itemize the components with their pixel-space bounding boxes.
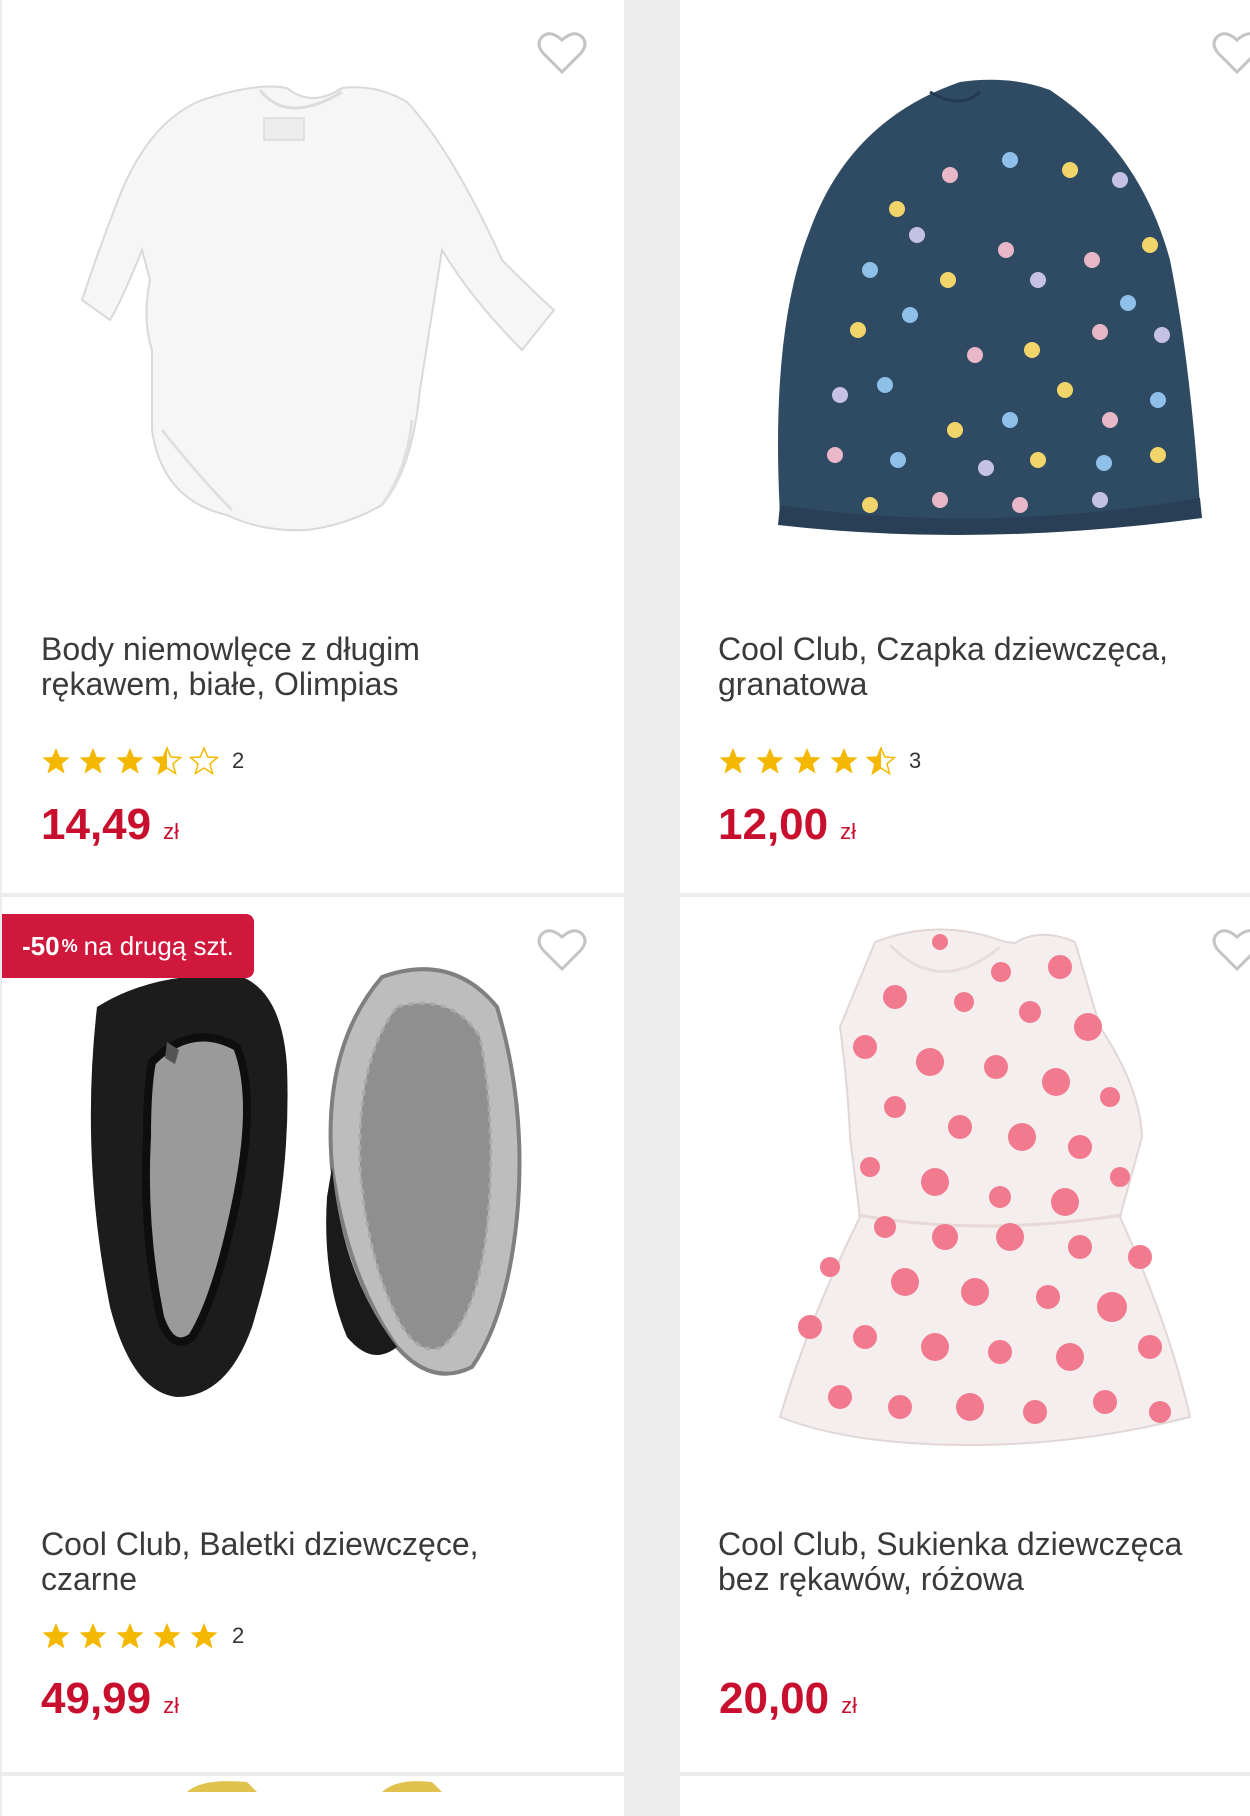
price-amount: 49,99 xyxy=(41,1674,152,1723)
product-card[interactable] xyxy=(680,1776,1250,1816)
navy-polka-dot-hat-image xyxy=(778,79,1202,535)
star-empty-icon xyxy=(189,746,219,776)
product-rating: 2 xyxy=(41,1621,244,1651)
star-full-icon xyxy=(793,748,821,774)
product-title[interactable]: Cool Club, Baletki dziewczęce, czarne xyxy=(41,1527,594,1597)
price-currency: zł xyxy=(841,1693,857,1718)
product-card[interactable] xyxy=(2,1776,624,1816)
star-full-icon xyxy=(42,748,70,774)
product-title[interactable]: Cool Club, Sukienka dziewczęca bez rękaw… xyxy=(718,1527,1220,1597)
star-full-icon xyxy=(153,1623,181,1649)
price-amount: 12,00 xyxy=(718,800,829,849)
product-price: 14,49 zł xyxy=(41,800,179,850)
product-image[interactable] xyxy=(680,897,1250,1497)
price-currency: zł xyxy=(163,819,179,844)
favorite-heart-icon[interactable] xyxy=(537,30,587,76)
star-full-icon xyxy=(719,748,747,774)
price-currency: zł xyxy=(840,819,856,844)
price-amount: 20,00 xyxy=(719,1674,830,1723)
product-rating: 2 xyxy=(41,746,244,776)
star-half-icon xyxy=(866,746,896,776)
product-image[interactable] xyxy=(680,0,1250,600)
price-amount: 14,49 xyxy=(41,800,152,849)
star-full-icon xyxy=(190,1623,218,1649)
product-image xyxy=(187,1781,442,1792)
star-full-icon xyxy=(42,1623,70,1649)
rating-count: 2 xyxy=(232,1623,245,1648)
product-card[interactable]: -50% na drugą szt. Cool Club, Baletki dz… xyxy=(2,897,624,1772)
product-rating: 3 xyxy=(718,746,921,776)
star-full-icon xyxy=(79,1623,107,1649)
product-card[interactable]: Body niemowlęce z długim rękawem, białe,… xyxy=(2,0,624,893)
white-baby-bodysuit-image xyxy=(80,85,556,532)
star-half-icon xyxy=(152,746,182,776)
product-title[interactable]: Body niemowlęce z długim rękawem, białe,… xyxy=(41,632,594,702)
rating-count: 3 xyxy=(909,748,922,773)
star-full-icon xyxy=(830,748,858,774)
rating-count: 2 xyxy=(232,748,245,773)
product-image[interactable] xyxy=(2,897,624,1497)
star-full-icon xyxy=(116,748,144,774)
black-ballet-shoes-image xyxy=(90,967,522,1397)
star-full-icon xyxy=(116,1623,144,1649)
promo-badge: -50% na drugą szt. xyxy=(2,914,254,978)
favorite-heart-icon[interactable] xyxy=(1212,30,1250,76)
pink-polka-dot-dress-image xyxy=(778,928,1192,1447)
product-price: 49,99 zł xyxy=(41,1674,179,1724)
star-full-icon xyxy=(756,748,784,774)
product-card[interactable]: Cool Club, Czapka dziewczęca, granatowa … xyxy=(680,0,1250,893)
product-title[interactable]: Cool Club, Czapka dziewczęca, granatowa xyxy=(718,632,1220,702)
product-price: 20,00 zł xyxy=(719,1674,857,1724)
product-image[interactable] xyxy=(2,0,624,600)
star-full-icon xyxy=(79,748,107,774)
favorite-heart-icon[interactable] xyxy=(537,927,587,973)
favorite-heart-icon[interactable] xyxy=(1212,927,1250,973)
price-currency: zł xyxy=(163,1693,179,1718)
product-card[interactable]: Cool Club, Sukienka dziewczęca bez rękaw… xyxy=(680,897,1250,1772)
product-price: 12,00 zł xyxy=(718,800,856,850)
